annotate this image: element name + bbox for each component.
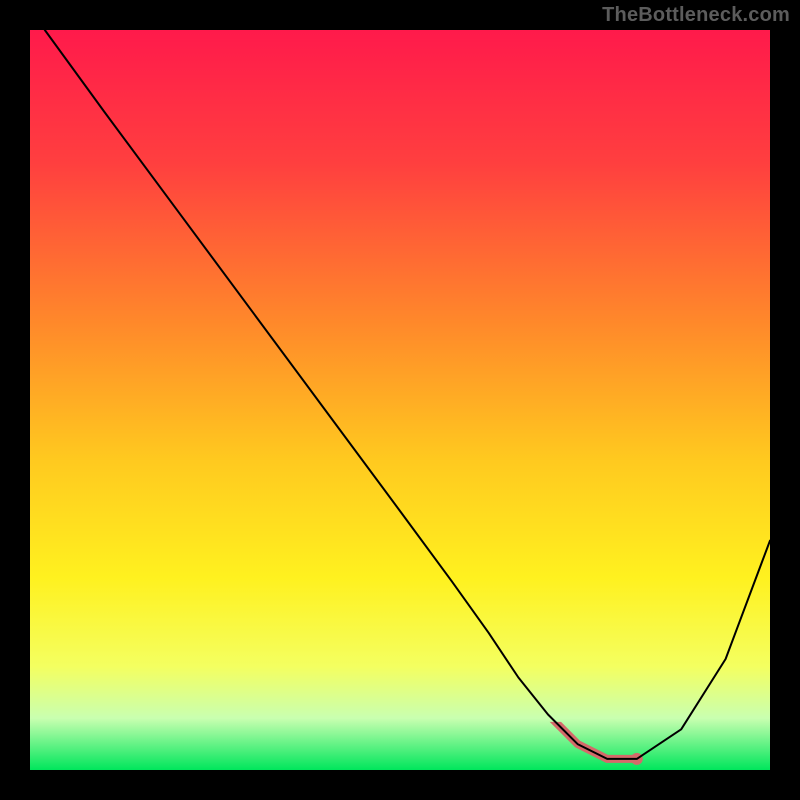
watermark-label: TheBottleneck.com bbox=[602, 4, 790, 27]
chart-stage: TheBottleneck.com bbox=[0, 0, 800, 800]
chart-svg bbox=[0, 0, 800, 800]
gradient-background bbox=[30, 30, 770, 770]
